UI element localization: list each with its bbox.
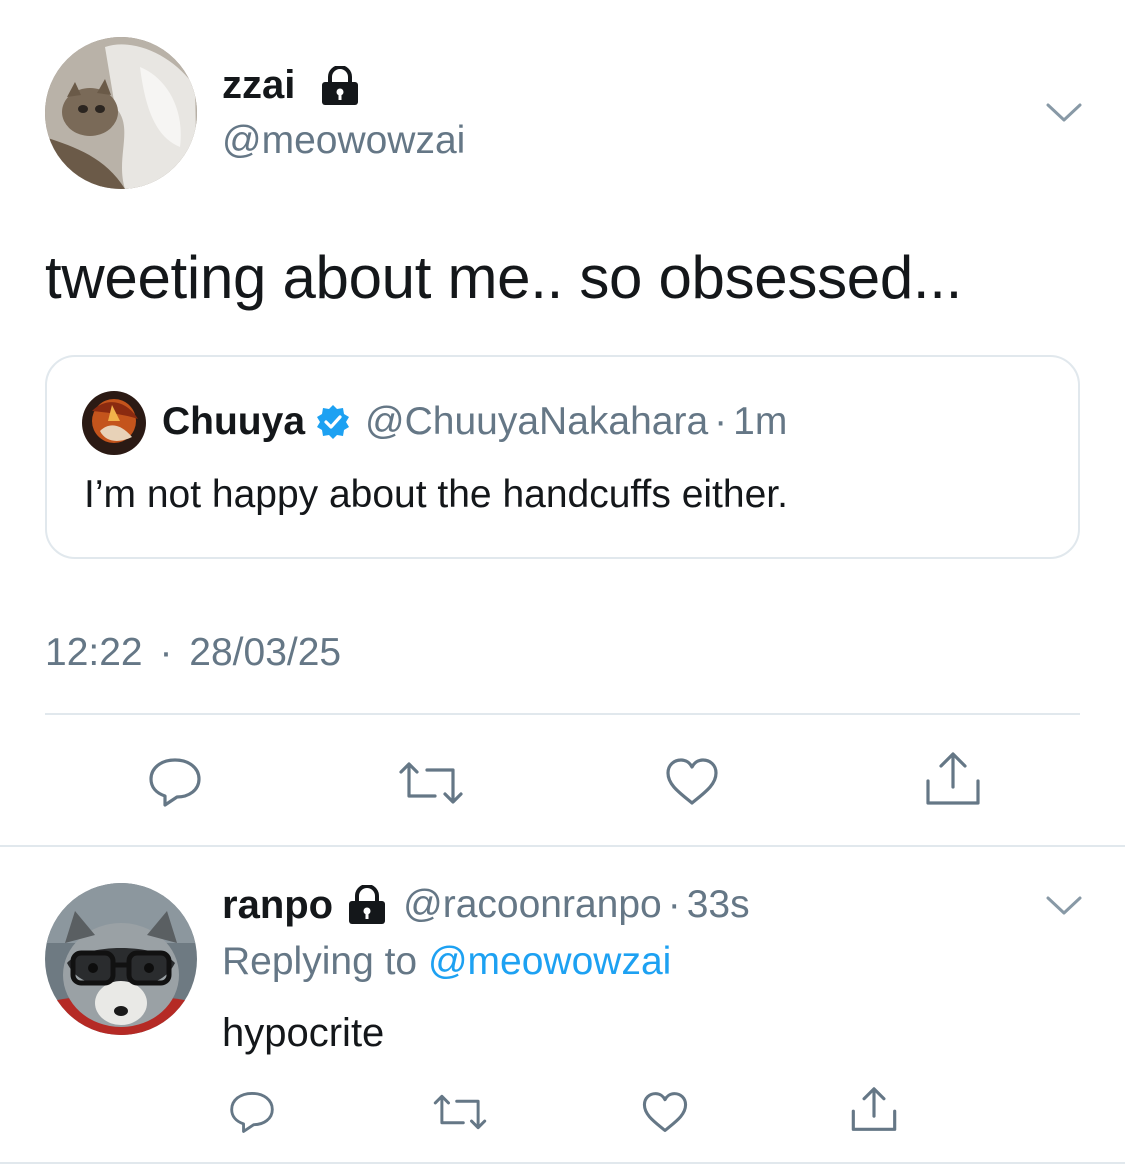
main-tweet-handle[interactable]: @meowowzai (222, 118, 465, 164)
quoted-tweet-header: Chuuya @ChuuyaNakahara · 1m (162, 398, 787, 446)
chevron-down-icon[interactable] (1044, 100, 1084, 126)
heart-icon[interactable] (664, 757, 720, 807)
verified-badge-icon (315, 404, 351, 440)
retweet-icon[interactable] (432, 1093, 488, 1131)
reply-separator: · (667, 883, 681, 926)
timestamp-time: 12:22 (45, 631, 143, 674)
reply-tweet-text: hypocrite (222, 1011, 385, 1055)
reply-tweet-avatar[interactable] (45, 883, 197, 1035)
main-tweet-timestamp[interactable]: 12:22 · 28/03/25 (45, 630, 341, 676)
main-tweet-avatar[interactable] (45, 37, 197, 189)
display-name-text: zzai (222, 63, 296, 107)
quoted-time[interactable]: 1m (733, 400, 787, 444)
bottom-divider (0, 1162, 1125, 1164)
cat-avatar-image (45, 37, 197, 189)
lock-icon (345, 884, 389, 925)
retweet-icon[interactable] (397, 760, 465, 806)
main-tweet-text: tweeting about me.. so obsessed... (45, 244, 963, 311)
quoted-separator: · (714, 400, 728, 443)
timestamp-separator: · (159, 631, 173, 674)
raccoon-avatar-image (45, 883, 197, 1035)
section-divider (0, 845, 1125, 847)
quoted-tweet-avatar[interactable] (82, 391, 146, 455)
chevron-down-icon[interactable] (1044, 893, 1084, 919)
chuuya-avatar-image (82, 391, 146, 455)
reply-icon[interactable] (228, 1090, 276, 1134)
lock-icon (318, 65, 362, 106)
main-tweet-display-name[interactable]: zzai (222, 62, 295, 108)
replying-to-link[interactable]: @meowowzai (428, 940, 671, 983)
reply-time[interactable]: 33s (687, 883, 750, 927)
timestamp-date: 28/03/25 (189, 631, 342, 674)
quoted-tweet-text: I’m not happy about the handcuffs either… (84, 473, 788, 516)
reply-handle[interactable]: @racoonranpo (403, 883, 662, 927)
quoted-display-name[interactable]: Chuuya (162, 400, 305, 444)
main-tweet-divider (45, 713, 1080, 715)
share-icon[interactable] (924, 751, 982, 807)
heart-icon[interactable] (641, 1091, 689, 1134)
reply-display-name[interactable]: ranpo (222, 883, 333, 928)
quoted-tweet-card[interactable] (45, 355, 1080, 559)
share-icon[interactable] (850, 1086, 898, 1133)
quoted-handle[interactable]: @ChuuyaNakahara (365, 400, 708, 444)
replying-to-line: Replying to @meowowzai (222, 939, 671, 985)
reply-tweet-header: ranpo @racoonranpo · 33s (222, 880, 750, 930)
reply-icon[interactable] (147, 756, 203, 808)
replying-to-prefix: Replying to (222, 940, 418, 983)
